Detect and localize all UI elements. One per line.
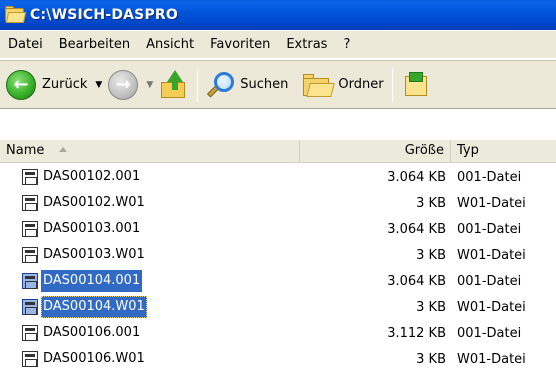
file-icon — [22, 325, 38, 341]
file-icon — [22, 195, 38, 211]
file-row[interactable]: DAS00103.001 3.064 KB 001-Datei — [0, 216, 556, 242]
forward-arrow-icon: → — [108, 69, 139, 100]
search-icon — [206, 70, 236, 100]
file-name: DAS00106.W01 — [43, 351, 145, 366]
column-header-type[interactable]: Typ — [451, 140, 556, 163]
sort-ascending-icon — [58, 147, 67, 152]
file-type: 001-Datei — [457, 273, 522, 289]
file-name: DAS00102.W01 — [43, 195, 145, 210]
column-name-label: Name — [6, 143, 45, 158]
file-size: 3.112 KB — [387, 325, 446, 341]
file-row[interactable]: DAS00104.001 3.064 KB 001-Datei — [0, 268, 556, 294]
column-header-name[interactable]: Name — [0, 140, 300, 163]
file-name: DAS00102.001 — [43, 169, 141, 184]
search-label: Suchen — [240, 77, 289, 92]
file-size: 3 KB — [416, 351, 446, 367]
file-name: DAS00104.W01 — [41, 296, 147, 318]
file-row[interactable]: DAS00102.W01 3 KB W01-Datei — [0, 190, 556, 216]
column-header: Name Größe Typ — [0, 140, 556, 163]
toolbar-separator — [391, 67, 393, 102]
file-name: DAS00106.001 — [43, 325, 141, 340]
search-button[interactable]: Suchen — [206, 65, 288, 105]
toolbar-separator — [197, 67, 199, 102]
file-type: W01-Datei — [457, 299, 526, 315]
menu-extras[interactable]: Extras — [278, 31, 335, 59]
file-type: W01-Datei — [457, 351, 526, 367]
folders-icon — [302, 70, 336, 100]
file-list: DAS00102.001 3.064 KB 001-Datei DAS00102… — [0, 164, 556, 372]
file-size: 3 KB — [416, 247, 446, 263]
file-row[interactable]: DAS00103.W01 3 KB W01-Datei — [0, 242, 556, 268]
file-type: 001-Datei — [457, 169, 522, 185]
file-icon — [22, 221, 38, 237]
file-size: 3.064 KB — [387, 169, 446, 185]
file-type: 001-Datei — [457, 221, 522, 237]
file-type: W01-Datei — [457, 195, 526, 211]
views-icon — [401, 70, 431, 100]
file-icon — [22, 169, 38, 185]
menu-datei[interactable]: Datei — [0, 31, 51, 59]
toolbar: ← Zurück ▼ → ▼ Suchen Ordner — [0, 60, 556, 109]
back-button[interactable]: ← Zurück ▼ — [6, 65, 108, 105]
file-icon — [22, 247, 38, 263]
file-icon — [22, 273, 38, 289]
file-icon — [22, 299, 38, 315]
folder-icon — [4, 6, 27, 24]
folder-up-icon — [159, 69, 189, 100]
up-folder-button[interactable] — [159, 65, 189, 105]
forward-button[interactable]: → ▼ — [108, 65, 159, 105]
folders-label: Ordner — [338, 77, 384, 92]
file-size: 3 KB — [416, 195, 446, 211]
file-size: 3.064 KB — [387, 221, 446, 237]
file-name: DAS00103.W01 — [43, 247, 145, 262]
menu-bar: Datei Bearbeiten Ansicht Favoriten Extra… — [0, 31, 556, 59]
file-type: W01-Datei — [457, 247, 526, 263]
file-icon — [22, 351, 38, 367]
menu-help[interactable]: ? — [335, 31, 358, 59]
title-bar[interactable]: C:\WSICH-DASPRO — [0, 0, 556, 30]
views-button[interactable] — [401, 65, 431, 105]
forward-dropdown-icon[interactable]: ▼ — [146, 80, 153, 90]
back-arrow-icon: ← — [6, 69, 36, 100]
folders-button[interactable]: Ordner — [302, 65, 384, 105]
menu-ansicht[interactable]: Ansicht — [138, 31, 202, 59]
file-row[interactable]: DAS00104.W01 3 KB W01-Datei — [0, 294, 556, 320]
file-row[interactable]: DAS00102.001 3.064 KB 001-Datei — [0, 164, 556, 190]
file-name: DAS00104.001 — [41, 270, 143, 292]
back-label: Zurück — [42, 77, 88, 92]
file-size: 3 KB — [416, 299, 446, 315]
column-size-label: Größe — [404, 143, 444, 158]
file-row[interactable]: DAS00106.W01 3 KB W01-Datei — [0, 346, 556, 372]
column-type-label: Typ — [457, 143, 479, 158]
file-name: DAS00103.001 — [43, 221, 141, 236]
column-header-size[interactable]: Größe — [300, 140, 451, 163]
file-row[interactable]: DAS00106.001 3.112 KB 001-Datei — [0, 320, 556, 346]
back-dropdown-icon[interactable]: ▼ — [95, 80, 102, 90]
menu-favoriten[interactable]: Favoriten — [202, 31, 278, 59]
file-type: 001-Datei — [457, 325, 522, 341]
window-title: C:\WSICH-DASPRO — [30, 7, 179, 23]
file-size: 3.064 KB — [387, 273, 446, 289]
menu-bearbeiten[interactable]: Bearbeiten — [51, 31, 138, 59]
